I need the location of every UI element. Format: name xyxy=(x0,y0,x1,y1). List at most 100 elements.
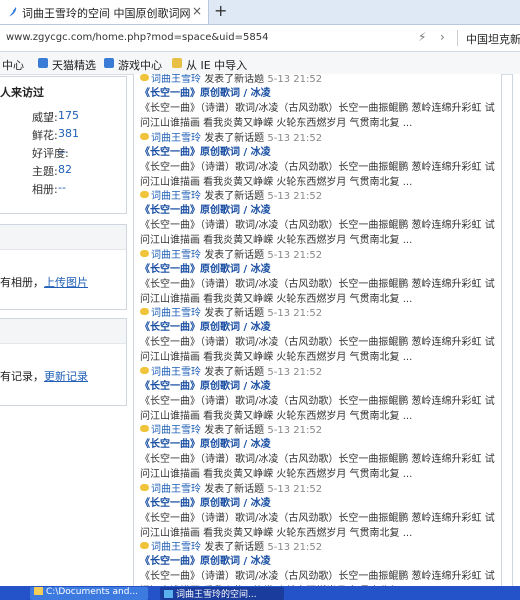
feather-favicon-icon xyxy=(7,7,17,18)
windows-taskbar: C:\Documents and... 词曲王雪玲的空间... xyxy=(0,586,520,600)
feed-time: 5-13 21:52 xyxy=(267,249,323,261)
feed-post-title[interactable]: 《长空一曲》原创歌词 / 冰凌 xyxy=(140,260,271,275)
tab-title: 词曲王雪玲的空间 中国原创歌词网 xyxy=(22,7,191,20)
feed-excerpt-line: 问江山谁描画 看我炎黄又峥嵘 火轮东西燃岁月 气贯南北复 ... xyxy=(140,527,413,539)
feed-excerpt-line: 问江山谁描画 看我炎黄又峥嵘 火轮东西燃岁月 气贯南北复 ... xyxy=(140,469,413,480)
album-panel-header xyxy=(0,225,126,250)
feed-item: 词曲王雪玲 发表了新话题 5-13 21:52 《长空一曲》原创歌词 / 冰凌《长… xyxy=(140,480,501,539)
feed-meta: 词曲王雪玲 发表了新话题 5-13 21:52 xyxy=(140,480,322,495)
feed-excerpt-line: 《长空一曲》（诗谱）歌词/冰凌（古风劲歌）长空一曲振鲲鹏 葱岭连绵升彩虹 试 xyxy=(140,454,495,465)
feed-post-title[interactable]: 《长空一曲》原创歌词 / 冰凌 xyxy=(140,435,271,450)
speech-bubble-icon xyxy=(140,132,149,140)
favorite-item[interactable]: 天猫精选 xyxy=(52,57,96,73)
album-text: 有相册，上传图片 xyxy=(0,274,88,290)
feed-meta: 词曲王雪玲 发表了新话题 5-13 21:52 xyxy=(140,187,322,202)
feed-meta: 词曲王雪玲 发表了新话题 5-13 21:52 xyxy=(140,246,322,261)
browser-tab-strip: 词曲王雪玲的空间 中国原创歌词网 × + xyxy=(0,0,520,25)
search-box[interactable]: 中国坦克新 xyxy=(466,31,520,47)
feed-post-title[interactable]: 《长空一曲》原创歌词 / 冰凌 xyxy=(140,377,271,392)
feed-meta: 词曲王雪玲 发表了新话题 5-13 21:52 xyxy=(140,129,322,144)
feed-excerpt-line: 《长空一曲》（诗谱）歌词/冰凌（古风劲歌）长空一曲振鲲鹏 葱岭连绵升彩虹 试 xyxy=(140,103,495,114)
records-text: 有记录，更新记录 xyxy=(0,368,88,384)
feed-item: 词曲王雪玲 发表了新话题 5-13 21:52 《长空一曲》原创歌词 / 冰凌 《长… xyxy=(140,246,501,305)
feed-item: 词曲王雪玲 发表了新话题 5-13 21:52 《长空一曲》原创歌词 / 冰凌《长… xyxy=(140,187,501,246)
page-icon xyxy=(104,58,114,68)
lightning-icon[interactable]: ⚡ xyxy=(418,30,426,44)
feed-excerpt-line: 《长空一曲》（诗谱）歌词/冰凌（古风劲歌）长空一曲振鲲鹏 葱岭连绵升彩虹 试 xyxy=(140,571,495,582)
feed-meta: 词曲王雪玲 发表了新话题 5-13 21:52 xyxy=(140,363,322,378)
feed-meta: 词曲王雪玲 发表了新话题 5-13 21:52 xyxy=(140,538,322,553)
taskbar-label: C:\Documents and... xyxy=(46,587,139,597)
records-text-prefix: 有记录， xyxy=(0,370,44,383)
records-panel: 有记录，更新记录 xyxy=(0,318,127,406)
feed-excerpt-line: 问江山谁描画 看我炎黄又峥嵘 火轮东西燃岁月 气贯南北复 ... xyxy=(140,235,413,246)
feed-item: 词曲王雪玲 发表了新话题 5-13 21:52 《长空一曲》原创歌词 / 冰凌《长… xyxy=(140,538,501,586)
stat-value[interactable]: 175 xyxy=(58,109,79,122)
folder-icon xyxy=(172,58,182,68)
stat-label: 相册: xyxy=(32,183,58,196)
right-column xyxy=(512,74,520,586)
speech-bubble-icon xyxy=(140,425,149,432)
favorite-folder[interactable]: 从 IE 中导入 xyxy=(186,57,247,73)
feed-meta: 词曲王雪玲 发表了新话题 5-13 21:52 xyxy=(140,304,322,319)
tab-close-icon[interactable]: × xyxy=(192,4,202,18)
taskbar-item-explorer[interactable]: C:\Documents and... xyxy=(30,587,148,600)
favorite-item[interactable]: 游戏中心 xyxy=(118,57,162,73)
favorite-item[interactable]: 中心 xyxy=(2,57,24,73)
chevron-right-icon[interactable]: › xyxy=(440,30,445,44)
taskbar-item-browser[interactable]: 词曲王雪玲的空间... xyxy=(160,587,284,600)
stat-value: -- xyxy=(58,145,66,158)
new-tab-button[interactable]: + xyxy=(214,1,227,20)
feed-item: 词曲王雪玲 发表了新话题 5-13 21:52 《长空一曲》原创歌词 / 冰凌《长… xyxy=(140,363,501,422)
upload-photo-link[interactable]: 上传图片 xyxy=(44,276,88,289)
feed-post-title[interactable]: 《长空一曲》原创歌词 / 冰凌 xyxy=(140,552,271,567)
update-record-link[interactable]: 更新记录 xyxy=(44,370,88,383)
address-divider xyxy=(457,30,458,46)
speech-bubble-icon xyxy=(140,542,149,549)
feed-excerpt-line: 问江山谁描画 看我炎黄又峥嵘 火轮东西燃岁月 气贯南北复 ... xyxy=(140,293,413,305)
feed-post-title[interactable]: 《长空一曲》原创歌词 / 冰凌 xyxy=(140,201,271,216)
feed-meta: 词曲王雪玲 发表了新话题 5-13 21:52 xyxy=(140,421,322,436)
speech-bubble-icon xyxy=(140,191,149,198)
feed-excerpt-line: 问江山谁描画 看我炎黄又峥嵘 火轮东西燃岁月 气贯南北复 ... xyxy=(140,410,413,422)
album-text-prefix: 有相册， xyxy=(0,276,44,289)
page-icon xyxy=(38,58,48,68)
records-panel-header xyxy=(0,319,126,344)
feed-excerpt-line: 《长空一曲》（诗谱）歌词/冰凌（古风劲歌）长空一曲振鲲鹏 葱岭连绵升彩虹 试 xyxy=(140,395,495,407)
feed-time: 5-13 21:52 xyxy=(267,483,323,495)
browser-tab-active[interactable]: 词曲王雪玲的空间 中国原创歌词网 × xyxy=(0,0,209,24)
speech-bubble-icon xyxy=(140,249,149,257)
album-panel: 有相册，上传图片 xyxy=(0,224,127,310)
feed-item: 词曲王雪玲 发表了新话题 5-13 21:52 《长空一曲》原创歌词 / 冰凌《长… xyxy=(140,304,501,363)
feed-time: 5-13 21:52 xyxy=(267,74,323,85)
profile-stats-panel: 人来访过 威望: 175 鲜花: 381 好评度: -- 主题: 82 相册: … xyxy=(0,76,127,214)
favorites-bar: 中心 天猫精选 游戏中心 从 IE 中导入 xyxy=(0,52,520,75)
address-bar: www.zgycgc.com/home.php?mod=space&uid=58… xyxy=(0,25,520,52)
stat-value: -- xyxy=(58,181,66,194)
speech-bubble-icon xyxy=(140,308,149,315)
feed-item: 词曲王雪玲 发表了新话题 5-13 21:52 《长空一曲》原创歌词 / 冰凌 《长… xyxy=(140,129,501,188)
feed-excerpt-line: 问江山谁描画 看我炎黄又峥嵘 火轮东西燃岁月 气贯南北复 ... xyxy=(140,176,413,188)
visitors-heading: 人来访过 xyxy=(0,86,44,99)
feed-post-title[interactable]: 《长空一曲》原创歌词 / 冰凌 xyxy=(140,143,271,158)
feed-excerpt-line: 《长空一曲》（诗谱）歌词/冰凌（古风劲歌）长空一曲振鲲鹏 葱岭连绵升彩虹 试 xyxy=(140,512,495,524)
feed-time: 5-13 21:52 xyxy=(267,366,323,378)
feed-time: 5-13 21:52 xyxy=(267,542,323,553)
feed-item-partial: 词曲王雪玲 发表了新话题 5-13 21:52 《长空一曲》原创歌词 / 冰凌 《长… xyxy=(140,74,501,129)
feed-post-title[interactable]: 《长空一曲》原创歌词 / 冰凌 xyxy=(140,84,271,99)
stat-label: 鲜花: xyxy=(32,129,58,142)
browser-icon xyxy=(164,590,173,598)
feed-time: 5-13 21:52 xyxy=(267,308,323,319)
url-input[interactable]: www.zgycgc.com/home.php?mod=space&uid=58… xyxy=(6,32,268,43)
speech-bubble-icon xyxy=(140,366,149,374)
stat-label: 威望: xyxy=(32,111,58,124)
speech-bubble-icon xyxy=(140,74,149,81)
feed-excerpt-line: 《长空一曲》（诗谱）歌词/冰凌（古风劲歌）长空一曲振鲲鹏 葱岭连绵升彩虹 试 xyxy=(140,220,495,231)
feed-post-title[interactable]: 《长空一曲》原创歌词 / 冰凌 xyxy=(140,494,271,509)
stat-value[interactable]: 381 xyxy=(58,127,79,140)
folder-icon xyxy=(34,587,43,595)
feed-post-title[interactable]: 《长空一曲》原创歌词 / 冰凌 xyxy=(140,318,271,333)
stat-value[interactable]: 82 xyxy=(58,163,72,176)
feed-excerpt-line: 《长空一曲》（诗谱）歌词/冰凌（古风劲歌）长空一曲振鲲鹏 葱岭连绵升彩虹 试 xyxy=(140,337,495,348)
feed-excerpt-line: 问江山谁描画 看我炎黄又峥嵘 火轮东西燃岁月 气贯南北复 ... xyxy=(140,352,413,363)
